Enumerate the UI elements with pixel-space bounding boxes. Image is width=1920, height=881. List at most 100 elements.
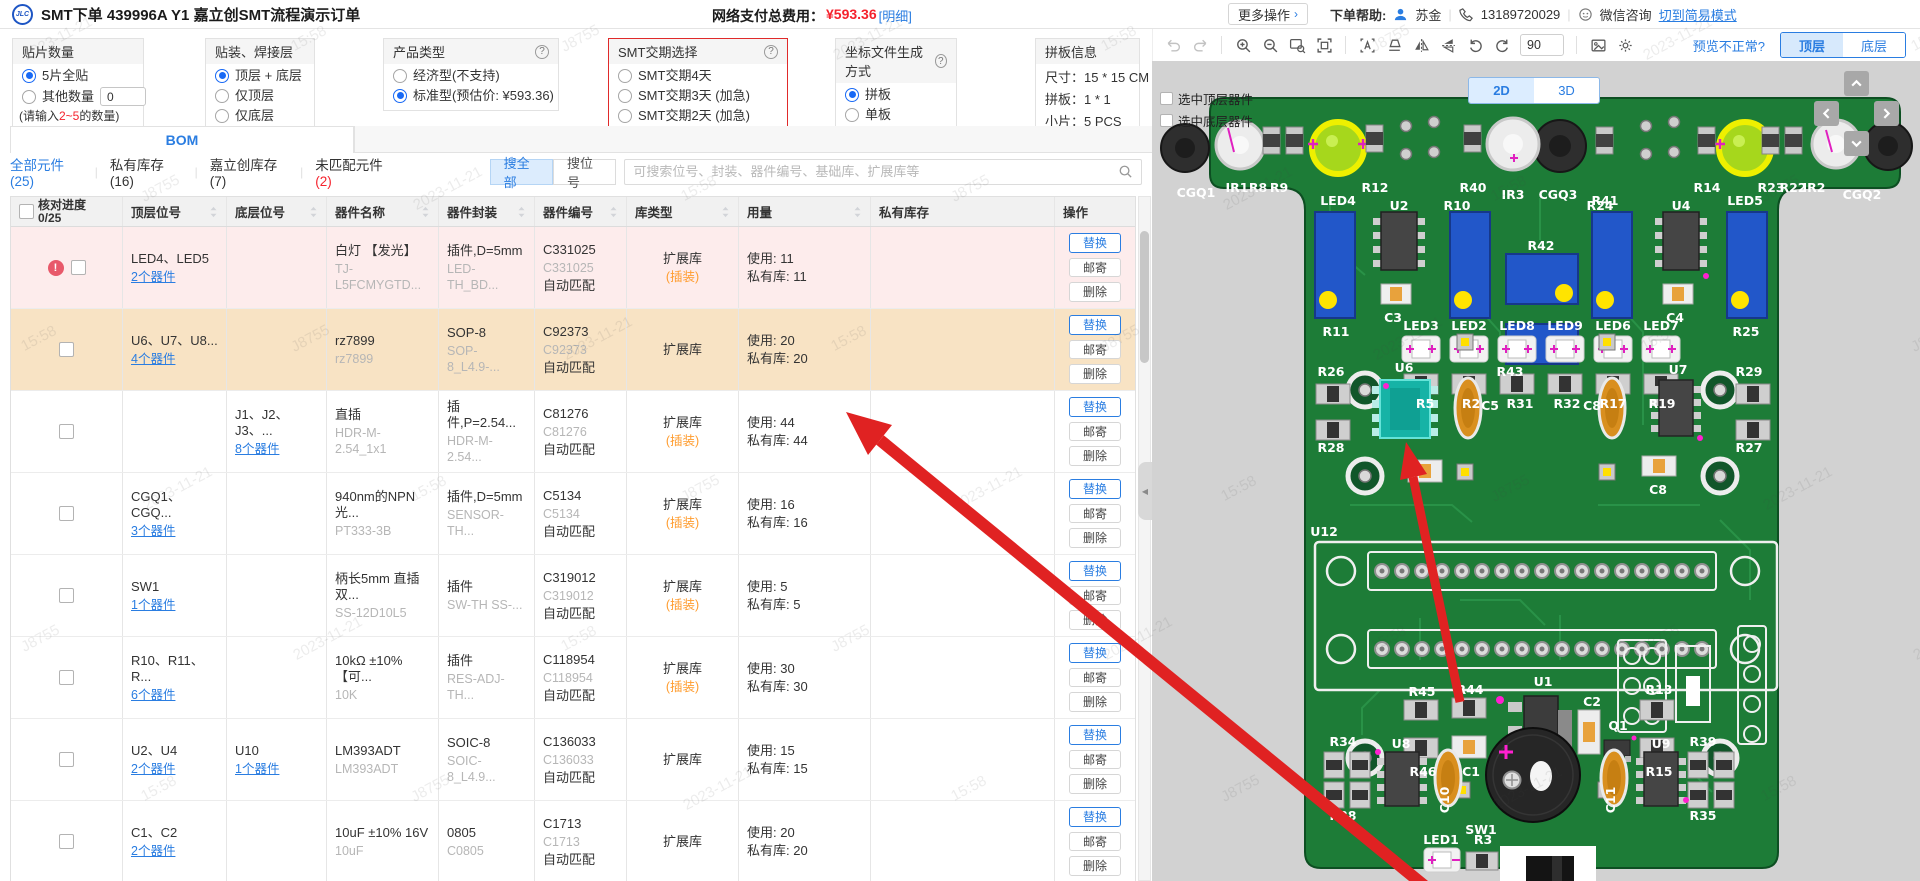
tab-bom[interactable]: BOM	[10, 126, 354, 153]
cap-c8-lower[interactable]	[1642, 456, 1676, 476]
radio-icon[interactable]	[845, 108, 859, 122]
radio-icon[interactable]	[215, 69, 229, 83]
zoom-window-button[interactable]	[1285, 33, 1309, 57]
pcb-canvas[interactable]: CGQ1IR1R8R9LED4R12R40IR3CGQ3R41R14LED5R2…	[1152, 61, 1920, 881]
replace-button[interactable]: 替换	[1069, 479, 1121, 499]
option-other-qty[interactable]: 其他数量	[13, 84, 143, 106]
option-top-bottom[interactable]: 顶层 + 底层	[206, 64, 314, 84]
rotation-angle-input[interactable]	[1520, 34, 1564, 56]
replace-button[interactable]: 替换	[1069, 643, 1121, 663]
filter-tab-0[interactable]: 全部元件(25)	[10, 154, 83, 189]
option-economy[interactable]: 经济型(不支持)	[384, 64, 558, 84]
mail-button[interactable]: 邮寄	[1069, 668, 1121, 688]
refdes-count-link[interactable]: 2个器件	[131, 843, 218, 859]
row-checkbox[interactable]	[59, 670, 74, 685]
select-top-components[interactable]: 选中顶层器件	[1160, 89, 1253, 108]
scrollbar-thumb[interactable]	[1140, 231, 1149, 363]
help-question-icon[interactable]: ?	[535, 45, 549, 59]
filter-tab-3[interactable]: 未匹配元件(2)	[315, 154, 393, 189]
replace-button[interactable]: 替换	[1069, 315, 1121, 335]
buzzer[interactable]	[1486, 728, 1580, 822]
row-checkbox[interactable]	[71, 260, 86, 275]
trimpot-r25[interactable]	[1727, 212, 1767, 318]
rotate-right-button[interactable]	[1490, 33, 1514, 57]
delete-button[interactable]: 删除	[1069, 364, 1121, 384]
radio-icon[interactable]	[22, 90, 36, 104]
mail-button[interactable]: 邮寄	[1069, 422, 1121, 442]
checkbox-icon[interactable]	[1160, 92, 1173, 105]
row-checkbox[interactable]	[59, 342, 74, 357]
radio-icon[interactable]	[845, 88, 859, 102]
search-refdes-button[interactable]: 搜位号	[553, 159, 616, 185]
cap-c2[interactable]	[1578, 710, 1600, 754]
refdes-count-link[interactable]: 6个器件	[131, 687, 218, 703]
option-bottom-only[interactable]: 仅底层	[206, 104, 314, 124]
select-bottom-components[interactable]: 选中底层器件	[1160, 111, 1253, 130]
pan-left-button[interactable]	[1814, 101, 1839, 126]
mail-button[interactable]: 邮寄	[1069, 832, 1121, 852]
resistor-r3[interactable]	[1466, 852, 1498, 870]
mail-button[interactable]: 邮寄	[1069, 586, 1121, 606]
delete-button[interactable]: 删除	[1069, 692, 1121, 712]
column-header-2[interactable]: 器件名称	[327, 197, 439, 226]
trimpot-r11[interactable]	[1315, 212, 1355, 318]
ic-u2[interactable]	[1373, 212, 1425, 270]
mail-button[interactable]: 邮寄	[1069, 504, 1121, 524]
radio-icon[interactable]	[393, 89, 407, 103]
replace-button[interactable]: 替换	[1069, 561, 1121, 581]
row-checkbox[interactable]	[59, 424, 74, 439]
qty-input[interactable]	[100, 87, 146, 106]
led1[interactable]	[1424, 848, 1460, 872]
column-header-0[interactable]: 顶层位号	[123, 197, 227, 226]
label-button[interactable]	[1355, 33, 1379, 57]
option-top-only[interactable]: 仅顶层	[206, 84, 314, 104]
settings-button[interactable]	[1613, 33, 1637, 57]
pcb-board-2d-view[interactable]: CGQ1IR1R8R9LED4R12R40IR3CGQ3R41R14LED5R2…	[1152, 61, 1920, 881]
refdes-count-link[interactable]: 2个器件	[131, 269, 218, 285]
refdes-count-link[interactable]: 3个器件	[131, 523, 218, 539]
pan-right-button[interactable]	[1874, 101, 1899, 126]
cap-c4[interactable]	[1663, 284, 1693, 304]
delete-button[interactable]: 删除	[1069, 528, 1121, 548]
mail-button[interactable]: 邮寄	[1069, 340, 1121, 360]
resistor-r26[interactable]	[1316, 384, 1350, 404]
fee-detail-link[interactable]: [明细]	[879, 6, 912, 26]
row-checkbox[interactable]	[59, 752, 74, 767]
mail-button[interactable]: 邮寄	[1069, 258, 1121, 278]
filter-tab-2[interactable]: 嘉立创库存(7)	[210, 154, 288, 189]
checkbox-icon[interactable]	[1160, 114, 1173, 127]
refdes-count-link[interactable]: 1个器件	[235, 761, 318, 777]
radio-icon[interactable]	[618, 89, 632, 103]
trimpot-r42[interactable]	[1506, 254, 1578, 304]
cap-below-u6[interactable]	[1408, 460, 1442, 482]
option-lead-4d[interactable]: SMT交期4天	[609, 64, 787, 84]
radio-icon[interactable]	[215, 109, 229, 123]
column-header-4[interactable]: 器件编号	[535, 197, 627, 226]
option-5-boards[interactable]: 5片全贴	[13, 64, 143, 84]
radio-icon[interactable]	[618, 69, 632, 83]
zoom-out-button[interactable]	[1258, 33, 1282, 57]
mail-button[interactable]: 邮寄	[1069, 750, 1121, 770]
replace-button[interactable]: 替换	[1069, 725, 1121, 745]
delete-button[interactable]: 删除	[1069, 610, 1121, 630]
photodiode-cgq2[interactable]	[1864, 122, 1912, 170]
undo-button[interactable]	[1161, 33, 1185, 57]
replace-button[interactable]: 替换	[1069, 397, 1121, 417]
resistor-r27[interactable]	[1736, 420, 1770, 440]
option-lead-2d[interactable]: SMT交期2天 (加急)	[609, 104, 787, 124]
silkscreen-button[interactable]	[1382, 33, 1406, 57]
resistor-r29[interactable]	[1736, 384, 1770, 404]
delete-button[interactable]: 删除	[1069, 856, 1121, 876]
column-header-1[interactable]: 底层位号	[227, 197, 327, 226]
trimpot-r24[interactable]	[1592, 212, 1632, 318]
search-all-button[interactable]: 搜全部	[490, 159, 553, 185]
radio-icon[interactable]	[618, 109, 632, 123]
table-scrollbar[interactable]	[1138, 196, 1151, 881]
filter-tab-1[interactable]: 私有库存(16)	[110, 154, 183, 189]
radio-icon[interactable]	[22, 69, 36, 83]
mirror-horizontal-button[interactable]	[1409, 33, 1433, 57]
view-2d-button[interactable]: 2D	[1469, 78, 1534, 103]
mirror-vertical-button[interactable]	[1436, 33, 1460, 57]
radio-icon[interactable]	[215, 89, 229, 103]
column-header-6[interactable]: 用量	[739, 197, 871, 226]
